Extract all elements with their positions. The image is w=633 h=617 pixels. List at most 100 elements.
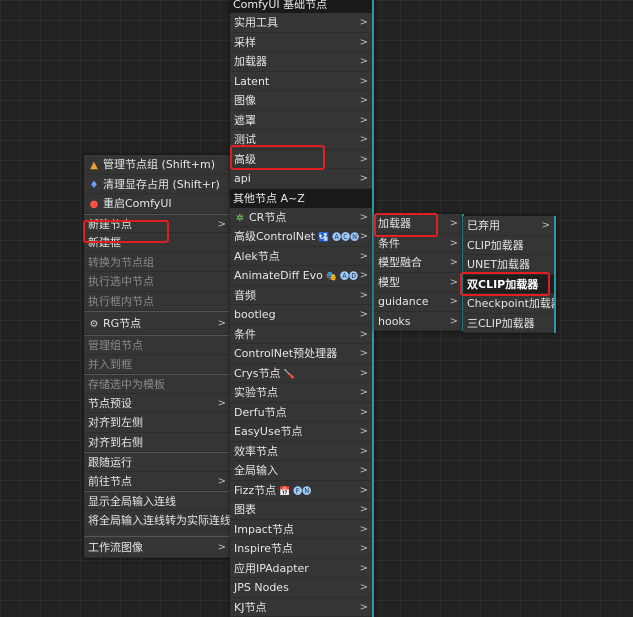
category-item[interactable]: Alek节点> [230, 247, 372, 267]
chevron-right-icon: > [360, 72, 368, 92]
category-item[interactable]: 测试> [230, 130, 372, 150]
category-item[interactable]: AnimateDiff Evo🎭 🅐🅓> [230, 266, 372, 286]
context-menu: ▲管理节点组 (Shift+m) ♦清理显存占用 (Shift+r) ●重启Co… [84, 155, 232, 558]
menu-item-follow-execution[interactable]: 跟随运行 [84, 452, 230, 472]
chevron-right-icon: > [360, 325, 368, 345]
puzzle-icon: ✲ [234, 209, 246, 228]
chevron-right-icon: > [218, 472, 226, 492]
chevron-right-icon: > [360, 52, 368, 72]
loader-item[interactable]: CLIP加载器 [463, 236, 554, 256]
chevron-right-icon: > [360, 559, 368, 579]
category-item[interactable]: Crys节点🪛> [230, 364, 372, 384]
category-item[interactable]: bootleg> [230, 305, 372, 325]
menu-item-save-as-template: 存储选中为模板 [84, 374, 230, 394]
category-item[interactable]: Latent> [230, 72, 372, 92]
category-item[interactable]: 全局输入> [230, 461, 372, 481]
chevron-right-icon: > [360, 500, 368, 520]
restart-icon: ● [88, 195, 100, 214]
chevron-right-icon: > [360, 598, 368, 617]
chevron-right-icon: > [360, 169, 368, 189]
chevron-right-icon: > [360, 247, 368, 267]
category-item[interactable]: JPS Nodes> [230, 578, 372, 598]
category-item[interactable]: KJ节点> [230, 598, 372, 617]
category-item[interactable]: 效率节点> [230, 442, 372, 462]
chevron-right-icon: > [542, 216, 550, 236]
loaders-submenu: 已弃用>CLIP加载器UNET加载器双CLIP加载器Checkpoint加载器三… [463, 216, 556, 333]
dual-clip-loader-item[interactable]: 双CLIP加载器 [463, 275, 554, 295]
section-header-base-nodes: ComfyUI 基础节点 [230, 0, 372, 13]
rg-icon: ⚙ [88, 313, 100, 335]
category-item[interactable]: 实验节点> [230, 383, 372, 403]
node-category-menu: ComfyUI 基础节点 实用工具>采样>加载器>Latent>图像>遮罩>测试… [230, 0, 374, 617]
menu-item-align-left[interactable]: 对齐到左侧 [84, 413, 230, 433]
menu-item-rg-nodes[interactable]: ⚙RG节点> [84, 311, 230, 335]
chevron-right-icon: > [360, 33, 368, 53]
advanced-submenu-item[interactable]: 加载器> [374, 214, 462, 234]
loader-item[interactable]: 三CLIP加载器 [463, 314, 554, 334]
menu-item-manage-group-nodes[interactable]: ▲管理节点组 (Shift+m) [84, 155, 230, 175]
category-item[interactable]: Derfu节点> [230, 403, 372, 423]
chevron-right-icon: > [450, 253, 458, 273]
menu-item-convert-to-group-node: 转换为节点组 [84, 253, 230, 273]
category-item[interactable]: ControlNet预处理器> [230, 344, 372, 364]
category-item[interactable]: 应用IPAdapter> [230, 559, 372, 579]
chevron-right-icon: > [360, 344, 368, 364]
chevron-right-icon: > [360, 461, 368, 481]
loader-item[interactable]: 已弃用> [463, 216, 554, 236]
loader-item[interactable]: UNET加载器 [463, 255, 554, 275]
advanced-submenu-item[interactable]: 模型融合> [374, 253, 462, 273]
category-item[interactable]: ✲CR节点> [230, 208, 372, 228]
menu-item-go-to-node[interactable]: 前往节点> [84, 472, 230, 492]
advanced-submenu-item[interactable]: guidance> [374, 292, 462, 312]
chevron-right-icon: > [360, 481, 368, 501]
category-item[interactable]: 图表> [230, 500, 372, 520]
category-item[interactable]: 采样> [230, 33, 372, 53]
menu-item-new-node[interactable]: 新建节点> [84, 214, 230, 234]
menu-item-restart-comfyui[interactable]: ●重启ComfyUI [84, 194, 230, 214]
chevron-right-icon: > [360, 539, 368, 559]
chevron-right-icon: > [360, 422, 368, 442]
loader-item[interactable]: Checkpoint加载器 [463, 294, 554, 314]
chevron-right-icon: > [218, 394, 226, 414]
chevron-right-icon: > [360, 266, 368, 286]
category-item[interactable]: api> [230, 169, 372, 189]
menu-item-merge-into-group: 并入到框 [84, 355, 230, 375]
chevron-right-icon: > [360, 150, 368, 170]
advanced-submenu-item[interactable]: hooks> [374, 312, 462, 332]
rocket-icon: ♦ [88, 176, 100, 195]
category-item[interactable]: EasyUse节点> [230, 422, 372, 442]
category-item[interactable]: 加载器> [230, 52, 372, 72]
chevron-right-icon: > [360, 442, 368, 462]
category-item[interactable]: 条件> [230, 325, 372, 345]
category-item[interactable]: 高级> [230, 150, 372, 170]
menu-item-node-presets[interactable]: 节点预设> [84, 394, 230, 414]
menu-item-manage-group: 管理组节点 [84, 335, 230, 355]
chevron-right-icon: > [360, 13, 368, 33]
menu-item-convert-global-links[interactable]: 将全局输入连线转为实际连线 [84, 511, 230, 531]
menu-item-execute-selected: 执行选中节点 [84, 272, 230, 292]
chevron-right-icon: > [360, 403, 368, 423]
category-item[interactable]: Inspire节点> [230, 539, 372, 559]
chevron-right-icon: > [450, 312, 458, 332]
chevron-right-icon: > [218, 215, 226, 234]
chevron-right-icon: > [450, 273, 458, 293]
chevron-right-icon: > [360, 111, 368, 131]
category-item[interactable]: 音频> [230, 286, 372, 306]
category-item[interactable]: Impact节点> [230, 520, 372, 540]
group-icon: ▲ [88, 156, 100, 175]
chevron-right-icon: > [360, 227, 368, 247]
advanced-submenu-item[interactable]: 模型> [374, 273, 462, 293]
category-item[interactable]: 遮罩> [230, 111, 372, 131]
chevron-right-icon: > [360, 91, 368, 111]
advanced-submenu-item[interactable]: 条件> [374, 234, 462, 254]
category-item[interactable]: 实用工具> [230, 13, 372, 33]
menu-item-show-global-links[interactable]: 显示全局输入连线 [84, 491, 230, 511]
category-item[interactable]: 图像> [230, 91, 372, 111]
menu-item-clear-vram[interactable]: ♦清理显存占用 (Shift+r) [84, 175, 230, 195]
category-item[interactable]: 高级ControlNet🛂 🅐🅒🅝> [230, 227, 372, 247]
advanced-submenu: 加载器>条件>模型融合>模型>guidance>hooks> [374, 214, 464, 331]
menu-item-new-group[interactable]: 新建框 [84, 233, 230, 253]
menu-item-workflow-image[interactable]: 工作流图像> [84, 536, 230, 558]
category-item[interactable]: Fizz节点📅 🅕🅝> [230, 481, 372, 501]
menu-item-align-right[interactable]: 对齐到右侧 [84, 433, 230, 453]
